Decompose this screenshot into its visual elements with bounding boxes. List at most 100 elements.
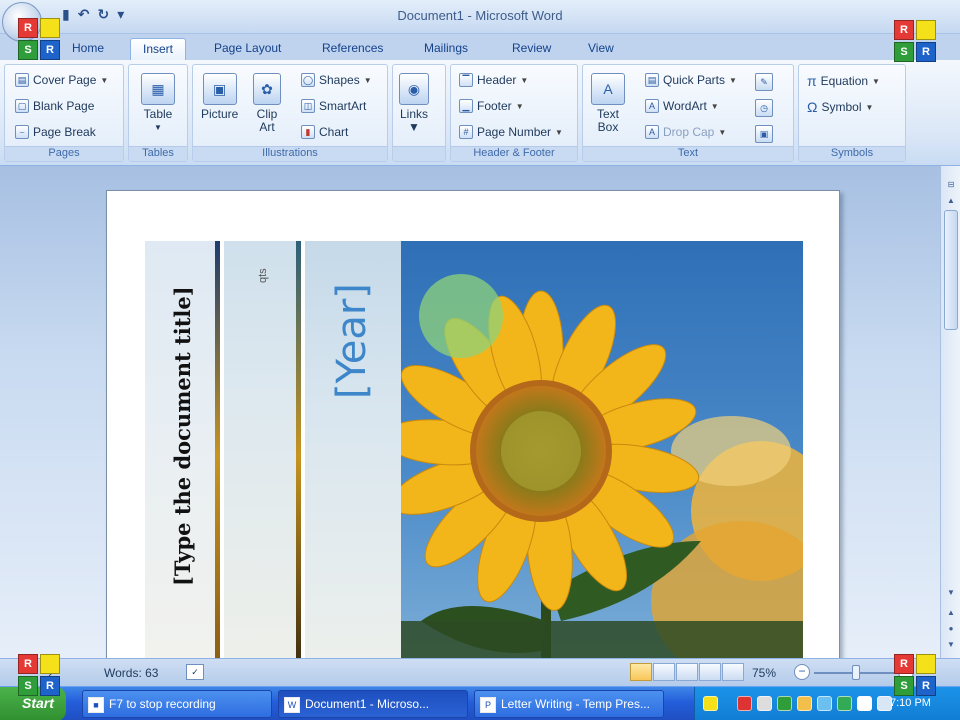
select-browse-object-icon[interactable]: ● <box>944 622 958 636</box>
footer-button[interactable]: ▁ Footer ▼ <box>459 99 524 113</box>
proofing-icon[interactable]: ✓ <box>186 664 204 680</box>
tray-app-icon[interactable] <box>703 696 718 711</box>
badge-y <box>916 654 936 674</box>
group-symbols-label: Symbols <box>799 146 905 161</box>
zoom-slider-thumb[interactable] <box>852 665 860 680</box>
cover-page-icon: ▤ <box>15 73 29 87</box>
task-letter-writing[interactable]: P Letter Writing - Temp Pres... <box>474 690 664 718</box>
quick-parts-label: Quick Parts <box>663 73 726 87</box>
equation-label: Equation <box>820 74 869 88</box>
document-area[interactable]: [Type the document title] qts [Year] <box>0 166 940 658</box>
task-word-document[interactable]: W Document1 - Microso... <box>278 690 468 718</box>
outline-view-button[interactable] <box>699 663 721 681</box>
word-count[interactable]: Words: 63 <box>104 666 158 680</box>
cover-page-button[interactable]: ▤ Cover Page ▼ <box>15 73 108 87</box>
shapes-button[interactable]: ◯ Shapes ▼ <box>301 73 372 87</box>
clip-art-button[interactable]: ✿ Clip Art <box>253 73 281 134</box>
ruler-toggle-icon[interactable]: ⊟ <box>944 178 958 192</box>
clock[interactable]: 7:10 PM <box>890 697 931 709</box>
year-placeholder[interactable]: [Year] <box>329 283 375 399</box>
drop-cap-label: Drop Cap <box>663 125 715 139</box>
smartart-button[interactable]: ◫ SmartArt <box>301 99 366 113</box>
tab-home[interactable]: Home <box>60 38 116 60</box>
chart-icon: ▮ <box>301 125 315 139</box>
document-title-placeholder[interactable]: [Type the document title] <box>170 286 195 586</box>
badge-s: S <box>894 42 914 62</box>
document-page[interactable]: [Type the document title] qts [Year] <box>106 190 840 658</box>
zoom-level[interactable]: 75% <box>752 666 776 680</box>
clip-art-icon: ✿ <box>253 73 281 105</box>
drop-cap-button[interactable]: A Drop Cap ▼ <box>645 125 726 139</box>
badge-s: S <box>18 40 38 60</box>
tab-references[interactable]: References <box>310 38 395 60</box>
footer-label: Footer <box>477 99 512 113</box>
date-time-icon[interactable]: ◷ <box>755 99 773 117</box>
zoom-out-icon[interactable]: − <box>794 664 810 680</box>
dropdown-arrow-icon: ▼ <box>710 101 719 111</box>
symbol-button[interactable]: Ω Symbol ▼ <box>807 99 873 115</box>
blank-page-button[interactable]: ▢ Blank Page <box>15 99 94 113</box>
group-tables: ▦ Table ▼ Tables <box>128 64 188 162</box>
next-page-icon[interactable]: ▼ <box>944 638 958 652</box>
chart-button[interactable]: ▮ Chart <box>301 125 348 139</box>
full-screen-reading-view-button[interactable] <box>653 663 675 681</box>
signature-line-icon[interactable]: ✎ <box>755 73 773 91</box>
header-button[interactable]: ▔ Header ▼ <box>459 73 528 87</box>
globe-icon: ◉ <box>399 73 429 105</box>
recording-badge-top-left[interactable]: R S R <box>18 18 62 62</box>
dropdown-arrow-icon: ▼ <box>555 127 563 137</box>
tray-network-icon[interactable] <box>757 696 772 711</box>
title-bar: ▮ ↶ ↻ ▾ Document1 - Microsoft Word <box>0 0 960 42</box>
tab-mailings[interactable]: Mailings <box>412 38 480 60</box>
group-illustrations: ▣ Picture ✿ Clip Art ◯ Shapes ▼ ◫ SmartA… <box>192 64 388 162</box>
print-layout-view-button[interactable] <box>630 663 652 681</box>
tab-review[interactable]: Review <box>500 38 563 60</box>
scroll-thumb[interactable] <box>944 210 958 330</box>
scroll-up-icon[interactable]: ▲ <box>944 194 958 208</box>
vertical-scrollbar[interactable]: ⊟ ▲ ▼ ▲ ● ▼ <box>940 166 960 658</box>
group-header-footer-label: Header & Footer <box>451 146 577 161</box>
sunflower-image[interactable] <box>401 241 803 658</box>
group-links: ◉ Links ▼ <box>392 64 446 162</box>
previous-page-icon[interactable]: ▲ <box>944 606 958 620</box>
recording-badge-bottom-left[interactable]: R S R <box>18 654 62 698</box>
equation-button[interactable]: π Equation ▼ <box>807 73 880 89</box>
scroll-down-icon[interactable]: ▼ <box>944 586 958 600</box>
quick-parts-button[interactable]: ▤ Quick Parts ▼ <box>645 73 737 87</box>
page-break-button[interactable]: ⎯ Page Break <box>15 125 96 139</box>
web-layout-view-button[interactable] <box>676 663 698 681</box>
tab-insert[interactable]: Insert <box>130 38 187 60</box>
badge-b: R <box>40 676 60 696</box>
tray-messenger-icon[interactable] <box>817 696 832 711</box>
group-tables-label: Tables <box>129 146 187 161</box>
badge-s: S <box>18 676 38 696</box>
presentation-icon: P <box>480 697 496 713</box>
page-number-button[interactable]: # Page Number ▼ <box>459 125 563 139</box>
header-label: Header <box>477 73 517 87</box>
dropdown-arrow-icon: ▼ <box>100 75 109 85</box>
recording-badge-bottom-right[interactable]: R S R <box>894 654 938 698</box>
drop-cap-icon: A <box>645 125 659 139</box>
tray-security-icon[interactable] <box>797 696 812 711</box>
group-text: A Text Box ▤ Quick Parts ▼ A WordArt ▼ A… <box>582 64 794 162</box>
omega-icon: Ω <box>807 99 818 115</box>
tab-view[interactable]: View <box>576 38 626 60</box>
draft-view-button[interactable] <box>722 663 744 681</box>
table-button[interactable]: ▦ Table ▼ <box>141 73 175 134</box>
task-recorder[interactable]: ■ F7 to stop recording <box>82 690 272 718</box>
dropdown-arrow-icon: ▼ <box>363 75 372 85</box>
tray-shield-icon[interactable] <box>777 696 792 711</box>
tray-volume-icon[interactable] <box>857 696 872 711</box>
picture-button[interactable]: ▣ Picture <box>201 73 238 121</box>
object-icon[interactable]: ▣ <box>755 125 773 143</box>
tray-update-icon[interactable] <box>837 696 852 711</box>
tab-page-layout[interactable]: Page Layout <box>202 38 293 60</box>
word-icon: W <box>284 697 300 713</box>
recording-badge-top-right[interactable]: R S R <box>894 20 938 64</box>
tray-antivirus-icon[interactable] <box>737 696 752 711</box>
wordart-button[interactable]: A WordArt ▼ <box>645 99 719 113</box>
group-links-label <box>393 146 445 161</box>
text-box-button[interactable]: A Text Box <box>591 73 625 134</box>
badge-b: R <box>40 40 60 60</box>
links-button[interactable]: ◉ Links ▼ <box>399 73 429 134</box>
